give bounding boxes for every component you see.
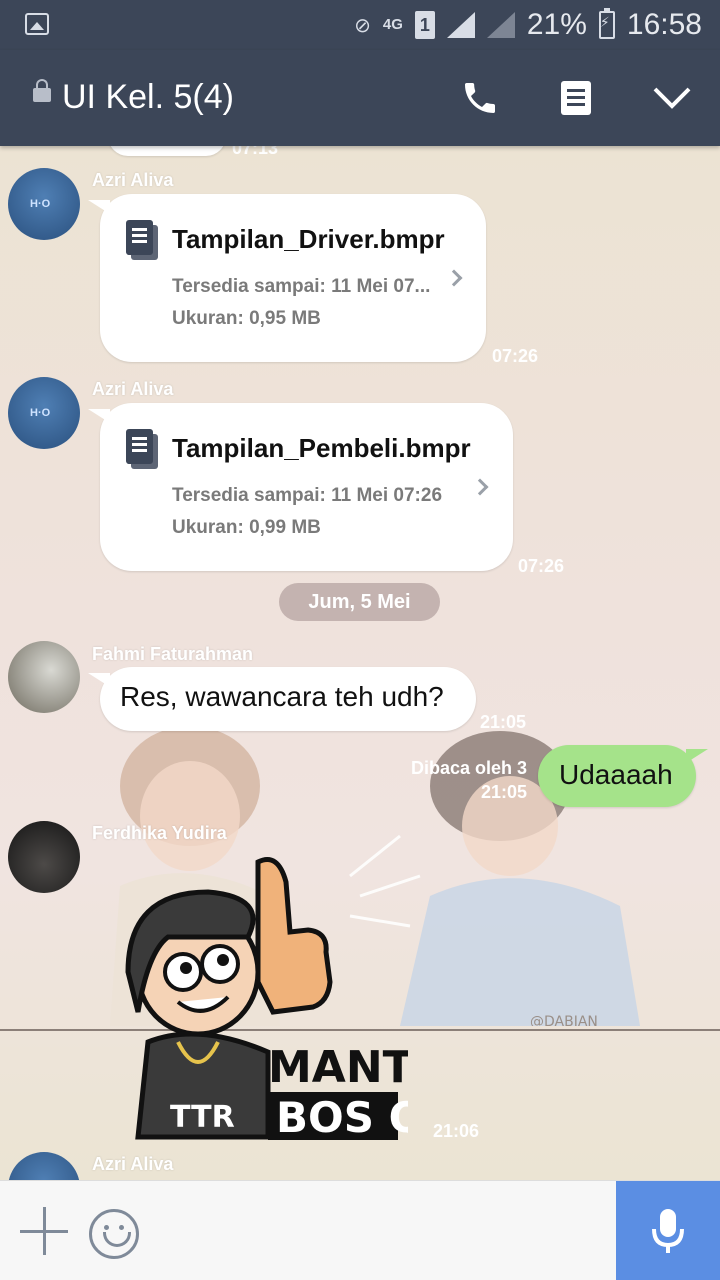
- sender-name: Azri Aliva: [92, 1154, 174, 1174]
- file-expiry: Tersedia sampai: 11 Mei 07...: [172, 276, 431, 297]
- lock-icon: [33, 79, 51, 102]
- avatar[interactable]: [8, 377, 80, 449]
- file-expiry: Tersedia sampai: 11 Mei 07:26: [172, 485, 443, 506]
- avatar[interactable]: [8, 821, 80, 893]
- sim-indicator: 1: [414, 11, 435, 39]
- message-time: 21:06: [433, 1121, 480, 1141]
- sender-name: Fahmi Faturahman: [92, 644, 254, 664]
- chat-title[interactable]: UI Kel. 5(4): [62, 78, 234, 117]
- message-time: 07:26: [492, 346, 539, 366]
- message-time: 07:26: [518, 556, 565, 576]
- file-message-bubble[interactable]: Tampilan_Driver.bmpr Tersedia sampai: 11…: [88, 194, 486, 362]
- plus-icon[interactable]: [18, 1205, 72, 1259]
- chevron-right-icon: [445, 269, 463, 287]
- sender-name: Azri Aliva: [92, 170, 174, 190]
- voice-message-button[interactable]: [616, 1181, 720, 1280]
- avatar[interactable]: [8, 641, 80, 713]
- signal-sim2-icon: [486, 12, 515, 38]
- read-receipt: Dibaca oleh 3 21:05: [411, 756, 527, 804]
- chat-area[interactable]: @DABIAN 07:13 Azri Aliva Tampilan_Driver…: [0, 146, 720, 1180]
- chevron-right-icon: [471, 478, 489, 496]
- message-time: 07:13: [232, 146, 279, 158]
- notes-button[interactable]: [552, 74, 600, 122]
- sticker-mantap-bos[interactable]: TTR MANTAP BOS Q: [108, 852, 408, 1142]
- clock: 16:58: [626, 8, 702, 41]
- file-name: Tampilan_Driver.bmpr: [172, 224, 445, 254]
- battery-charging-icon: [598, 8, 615, 39]
- vibrate-icon: ⊘: [354, 13, 371, 37]
- message-time: 21:05: [480, 712, 527, 732]
- read-count: Dibaca oleh 3: [410, 758, 527, 778]
- avatar[interactable]: [8, 1152, 80, 1180]
- signal-icon: [446, 12, 475, 38]
- file-size: Ukuran: 0,95 MB: [172, 308, 321, 329]
- sender-name: Ferdhika Yudira: [92, 823, 227, 843]
- text-message-bubble[interactable]: Res, wawancara teh udh?: [88, 667, 476, 731]
- network-type: 4G: [382, 16, 403, 33]
- emoji-icon[interactable]: [89, 1209, 139, 1259]
- file-message-bubble[interactable]: Tampilan_Pembeli.bmpr Tersedia sampai: 1…: [88, 403, 513, 571]
- file-size: Ukuran: 0,99 MB: [172, 517, 321, 538]
- status-icons: ⊘ 4G 1 21% 16:58: [354, 0, 702, 50]
- file-icon: [126, 220, 158, 260]
- menu-dropdown-button[interactable]: [648, 74, 696, 122]
- message-time: 21:05: [480, 782, 527, 802]
- file-icon: [126, 429, 158, 469]
- previous-message-bubble[interactable]: [108, 146, 226, 156]
- message-text: Res, wawancara teh udh?: [120, 681, 444, 712]
- sender-name: Azri Aliva: [92, 379, 174, 399]
- chevron-down-icon: [653, 87, 691, 109]
- avatar[interactable]: [8, 168, 80, 240]
- phone-icon: [465, 83, 495, 113]
- chat-header: UI Kel. 5(4): [0, 50, 720, 146]
- notes-icon: [561, 81, 591, 115]
- input-bar: [0, 1180, 720, 1280]
- gallery-notification-icon: [25, 13, 49, 35]
- microphone-icon: [652, 1209, 684, 1253]
- sticker-tag-text: TTR: [170, 1100, 235, 1135]
- svg-text:@DABIAN: @DABIAN: [530, 1014, 598, 1026]
- battery-percent: 21%: [526, 8, 587, 41]
- sticker-text-line1: MANTAP: [268, 1042, 408, 1093]
- message-text: Udaaaah: [559, 759, 673, 790]
- file-name: Tampilan_Pembeli.bmpr: [172, 433, 471, 463]
- date-divider: Jum, 5 Mei: [279, 583, 440, 621]
- sticker-text-line2: BOS Q: [276, 1093, 408, 1142]
- call-button[interactable]: [456, 74, 504, 122]
- status-bar: ⊘ 4G 1 21% 16:58: [0, 0, 720, 50]
- own-message-bubble[interactable]: Udaaaah: [538, 745, 708, 807]
